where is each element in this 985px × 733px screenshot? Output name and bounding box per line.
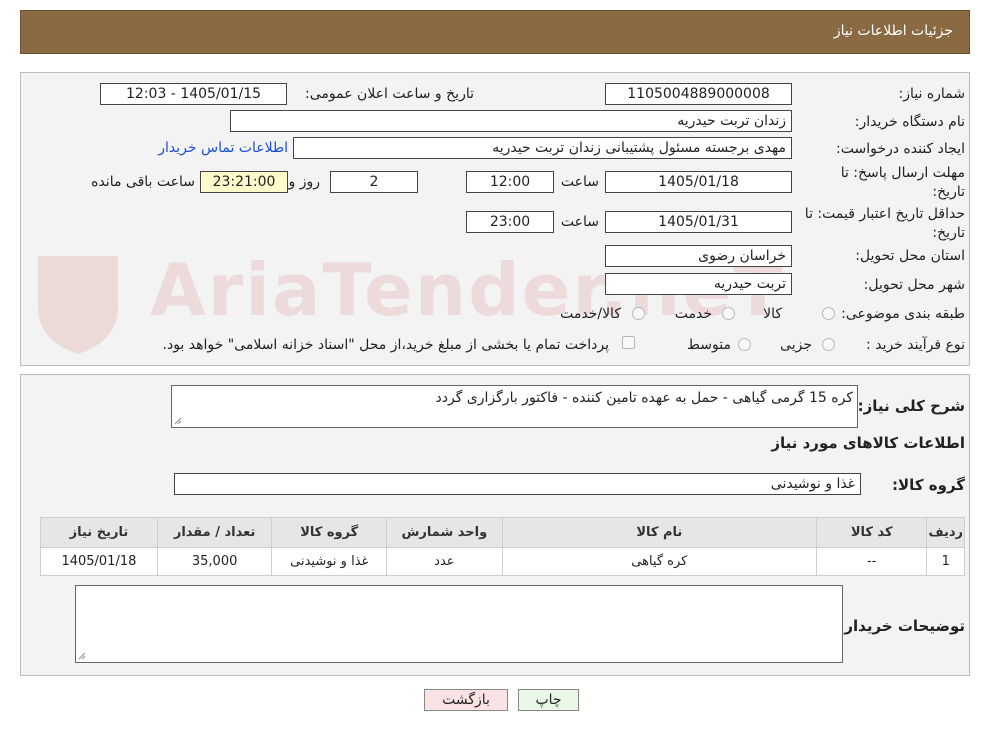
cell-code: -- xyxy=(815,547,928,576)
need-number-field: 1105004889000008 xyxy=(605,83,792,105)
announce-label: تاریخ و ساعت اعلان عمومی: xyxy=(305,86,474,102)
goods-group-label: گروه کالا: xyxy=(892,476,965,494)
buyer-org-field: زندان تربت حیدریه xyxy=(230,110,792,132)
validity-label-date: تاریخ: xyxy=(932,225,965,241)
city-field: تربت حیدریه xyxy=(605,273,792,295)
col-group: گروه کالا xyxy=(271,517,388,548)
cell-row: 1 xyxy=(926,547,965,576)
process-medium-label: متوسط xyxy=(687,337,731,353)
deadline-time-label: ساعت xyxy=(560,174,599,190)
category-label: طبقه بندی موضوعی: xyxy=(841,306,965,322)
creator-field: مهدی برجسته مسئول پشتیبانی زندان تربت حی… xyxy=(293,137,792,159)
cell-group: غذا و نوشیدنی xyxy=(271,547,388,576)
description-text: کره 15 گرمی گیاهی - حمل به عهده تامین کن… xyxy=(435,390,854,406)
col-date: تاریخ نیاز xyxy=(40,517,158,548)
validity-time-field: 23:00 xyxy=(466,211,554,233)
page-header: جزئیات اطلاعات نیاز xyxy=(20,10,970,54)
deadline-date-field: 1405/01/18 xyxy=(605,171,792,193)
table-row: 1 -- کره گیاهی عدد غذا و نوشیدنی 35,000 … xyxy=(40,547,965,576)
remaining-time-field: 23:21:00 xyxy=(200,171,288,193)
description-label: شرح کلی نیاز: xyxy=(857,397,965,415)
remaining-label: ساعت باقی مانده xyxy=(91,174,195,190)
buyer-org-label: نام دستگاه خریدار: xyxy=(854,114,965,130)
process-minor-label: جزیی xyxy=(780,337,812,353)
resize-grip-icon[interactable] xyxy=(174,417,182,425)
goods-info-title: اطلاعات کالاهای مورد نیاز xyxy=(771,434,965,452)
table-header-row: ردیف کد کالا نام کالا واحد شمارش گروه کا… xyxy=(40,517,965,548)
category-goods-radio[interactable] xyxy=(822,307,835,320)
goods-table: ردیف کد کالا نام کالا واحد شمارش گروه کا… xyxy=(40,517,965,576)
buyer-notes-textarea[interactable] xyxy=(75,585,843,663)
cell-name: کره گیاهی xyxy=(501,547,817,576)
description-textarea[interactable]: کره 15 گرمی گیاهی - حمل به عهده تامین کن… xyxy=(171,385,858,428)
col-row: ردیف xyxy=(926,517,965,548)
province-field: خراسان رضوی xyxy=(605,245,792,267)
category-service-radio[interactable] xyxy=(722,307,735,320)
col-code: کد کالا xyxy=(815,517,928,548)
days-label: روز و xyxy=(288,174,321,190)
col-unit: واحد شمارش xyxy=(386,517,503,548)
process-label: نوع فرآیند خرید : xyxy=(866,337,965,353)
category-goods-label: کالا xyxy=(763,306,782,322)
process-medium-radio[interactable] xyxy=(738,338,751,351)
goods-group-field: غذا و نوشیدنی xyxy=(174,473,861,495)
col-qty: تعداد / مقدار xyxy=(156,517,273,548)
process-minor-radio[interactable] xyxy=(822,338,835,351)
need-number-label: شماره نیاز: xyxy=(898,86,966,102)
category-service-label: خدمت xyxy=(674,306,712,322)
cell-unit: عدد xyxy=(386,547,503,576)
back-button[interactable]: بازگشت xyxy=(424,689,508,711)
col-name: نام کالا xyxy=(501,517,817,548)
print-button[interactable]: چاپ xyxy=(518,689,579,711)
announce-field: 1405/01/15 - 12:03 xyxy=(100,83,287,105)
category-goods-service-radio[interactable] xyxy=(632,307,645,320)
buyer-contact-link[interactable]: اطلاعات تماس خریدار xyxy=(158,140,288,156)
validity-time-label: ساعت xyxy=(560,214,599,230)
validity-label: حداقل تاریخ اعتبار قیمت: تا xyxy=(804,206,965,222)
buyer-notes-label: توضیحات خریدار: xyxy=(838,617,965,635)
province-label: استان محل تحویل: xyxy=(855,248,965,264)
cell-date: 1405/01/18 xyxy=(40,547,158,576)
deadline-label: مهلت ارسال پاسخ: تا xyxy=(840,165,965,181)
treasury-checkbox[interactable] xyxy=(622,336,635,349)
cell-qty: 35,000 xyxy=(156,547,273,576)
city-label: شهر محل تحویل: xyxy=(863,277,965,293)
deadline-time-field: 12:00 xyxy=(466,171,554,193)
resize-grip-icon[interactable] xyxy=(78,652,86,660)
deadline-label-date: تاریخ: xyxy=(932,184,965,200)
creator-label: ایجاد کننده درخواست: xyxy=(836,141,965,157)
validity-date-field: 1405/01/31 xyxy=(605,211,792,233)
page-title: جزئیات اطلاعات نیاز xyxy=(833,23,953,39)
days-field: 2 xyxy=(330,171,418,193)
payment-note: پرداخت تمام یا بخشی از مبلغ خرید،از محل … xyxy=(162,337,609,353)
category-goods-service-label: کالا/خدمت xyxy=(560,306,621,322)
